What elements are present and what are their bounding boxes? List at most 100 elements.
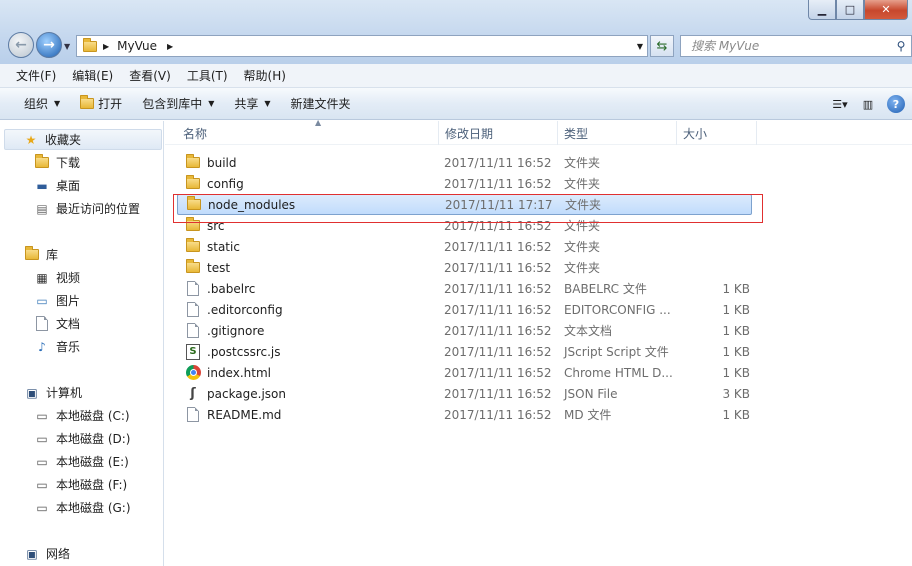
maximize-button[interactable]: □ (836, 0, 864, 20)
file-name: .postcssrc.js (207, 344, 281, 359)
file-name: build (207, 155, 237, 170)
file-icon (185, 323, 201, 339)
music-icon: ♪ (38, 339, 46, 354)
column-date[interactable]: 修改日期 (439, 121, 558, 145)
nav-item-pictures[interactable]: ▭ 图片 (34, 290, 80, 311)
nav-item-computer[interactable]: ▣ 计算机 (24, 382, 82, 403)
nav-item-drive-e[interactable]: ▭ 本地磁盘 (E:) (34, 451, 128, 472)
preview-pane-button[interactable]: ▥ (856, 93, 880, 115)
file-row[interactable]: static 2017/11/11 16:52 文件夹 (177, 236, 752, 257)
file-row[interactable]: .gitignore 2017/11/11 16:52 文本文档 1 KB (177, 320, 752, 341)
file-row[interactable]: .editorconfig 2017/11/11 16:52 EDITORCONFI… (177, 299, 752, 320)
column-label: 名称 (183, 126, 208, 141)
back-arrow-icon: ← (15, 37, 27, 53)
file-size: 3 KB (722, 386, 750, 401)
file-name: .gitignore (207, 323, 265, 338)
share-button[interactable]: 共享 ▼ (224, 91, 280, 117)
help-button[interactable]: ? (884, 93, 908, 115)
chrome-icon (185, 365, 201, 381)
file-name: .babelrc (207, 281, 256, 296)
search-input[interactable] (681, 37, 891, 55)
annotation-highlight-box (173, 194, 763, 223)
organize-label: 组织 (24, 97, 49, 111)
menu-view[interactable]: 查看(V) (121, 67, 179, 84)
downloads-folder-icon (34, 154, 50, 171)
chevron-down-icon: ▼ (264, 99, 271, 108)
search-box[interactable]: ⚲ (680, 35, 912, 57)
nav-item-network[interactable]: ▣ 网络 (24, 543, 70, 564)
view-options-button[interactable]: ☰▾ (828, 93, 852, 115)
file-name-cell: index.html (185, 365, 435, 381)
file-row[interactable]: ʃ package.json 2017/11/11 16:52 JSON File 3 … (177, 383, 752, 404)
close-button[interactable]: ✕ (864, 0, 908, 20)
nav-item-downloads[interactable]: 下载 (34, 152, 80, 173)
forward-arrow-icon: → (43, 37, 55, 53)
file-size: 1 KB (722, 323, 750, 338)
file-size: 1 KB (722, 302, 750, 317)
new-folder-button[interactable]: 新建文件夹 (281, 91, 361, 117)
nav-item-videos[interactable]: ▦ 视频 (34, 267, 80, 288)
drive-icon: ▭ (36, 454, 48, 469)
column-label: 修改日期 (445, 126, 494, 141)
menu-tools[interactable]: 工具(T) (179, 67, 236, 84)
file-row[interactable]: test 2017/11/11 16:52 文件夹 (177, 257, 752, 278)
system-drive-icon: ▭ (36, 408, 48, 423)
file-type: MD 文件 (564, 408, 612, 422)
breadcrumb-item[interactable]: MyVue (117, 39, 157, 53)
column-name[interactable]: 名称 ▲ (177, 118, 439, 145)
folder-icon (83, 37, 97, 52)
nav-item-drive-g[interactable]: ▭ 本地磁盘 (G:) (34, 497, 130, 518)
menu-help[interactable]: 帮助(H) (236, 67, 294, 84)
back-button[interactable]: ← (8, 32, 34, 58)
nav-item-music[interactable]: ♪ 音乐 (34, 336, 80, 357)
nav-label: 本地磁盘 (C:) (56, 409, 130, 423)
address-bar[interactable]: ▶ MyVue ▶ ▼ (76, 35, 648, 57)
nav-label: 文档 (56, 317, 81, 331)
file-name: test (207, 260, 231, 275)
file-name: index.html (207, 365, 271, 380)
organize-button[interactable]: 组织 ▼ (14, 91, 70, 117)
forward-button[interactable]: → (36, 32, 62, 58)
drive-icon: ▭ (36, 431, 48, 446)
menu-file[interactable]: 文件(F) (8, 67, 64, 84)
file-type: 文本文档 (564, 324, 613, 338)
nav-item-documents[interactable]: 文档 (34, 313, 80, 334)
minimize-button[interactable]: ▁ (808, 0, 836, 20)
address-dropdown-icon[interactable]: ▼ (637, 42, 643, 51)
desktop-icon: ▬ (36, 178, 48, 193)
menu-bar: 文件(F) 编辑(E) 查看(V) 工具(T) 帮助(H) (0, 64, 912, 88)
nav-item-desktop[interactable]: ▬ 桌面 (34, 175, 80, 196)
breadcrumb-separator-icon[interactable]: ▶ (103, 42, 109, 51)
nav-item-drive-f[interactable]: ▭ 本地磁盘 (F:) (34, 474, 127, 495)
nav-item-favorites[interactable]: ★ 收藏夹 (4, 129, 162, 150)
nav-item-drive-c[interactable]: ▭ 本地磁盘 (C:) (34, 405, 130, 426)
file-row[interactable]: build 2017/11/11 16:52 文件夹 (177, 152, 752, 173)
window-controls: ▁ □ ✕ (808, 0, 908, 20)
file-row[interactable]: README.md 2017/11/11 16:52 MD 文件 1 KB (177, 404, 752, 425)
file-icon (185, 302, 201, 318)
column-type[interactable]: 类型 (558, 121, 677, 145)
file-row[interactable]: S .postcssrc.js 2017/11/11 16:52 JScript Sc… (177, 341, 752, 362)
nav-item-drive-d[interactable]: ▭ 本地磁盘 (D:) (34, 428, 130, 449)
history-dropdown-button[interactable]: ▼ (64, 42, 70, 51)
search-icon[interactable]: ⚲ (891, 39, 911, 53)
file-row[interactable]: index.html 2017/11/11 16:52 Chrome HTML D.… (177, 362, 752, 383)
folder-icon (185, 175, 201, 192)
nav-label: 计算机 (46, 386, 83, 400)
include-in-library-button[interactable]: 包含到库中 ▼ (132, 91, 224, 117)
column-size[interactable]: 大小 (677, 121, 757, 145)
preview-pane-icon: ▥ (862, 97, 874, 111)
nav-item-libraries[interactable]: 库 (24, 244, 58, 265)
menu-edit[interactable]: 编辑(E) (64, 67, 121, 84)
open-folder-icon (80, 95, 95, 109)
navigation-pane: ★ 收藏夹 下载 ▬ 桌面 ▤ 最近访问的位置 库 ▦ 视频 ▭ 图片 文档 ♪… (0, 121, 164, 566)
file-row[interactable]: .babelrc 2017/11/11 16:52 BABELRC 文件 1 KB (177, 278, 752, 299)
file-name-cell: static (185, 238, 435, 255)
file-row[interactable]: config 2017/11/11 16:52 文件夹 (177, 173, 752, 194)
window-chrome: ▁ □ ✕ ← → ▼ ▶ MyVue ▶ ▼ ⇆ ⚲ (0, 0, 912, 64)
refresh-button[interactable]: ⇆ (650, 35, 674, 57)
file-name: package.json (207, 386, 287, 401)
nav-item-recent[interactable]: ▤ 最近访问的位置 (34, 198, 140, 219)
breadcrumb-separator-icon[interactable]: ▶ (167, 42, 173, 51)
open-button[interactable]: 打开 (70, 91, 132, 117)
